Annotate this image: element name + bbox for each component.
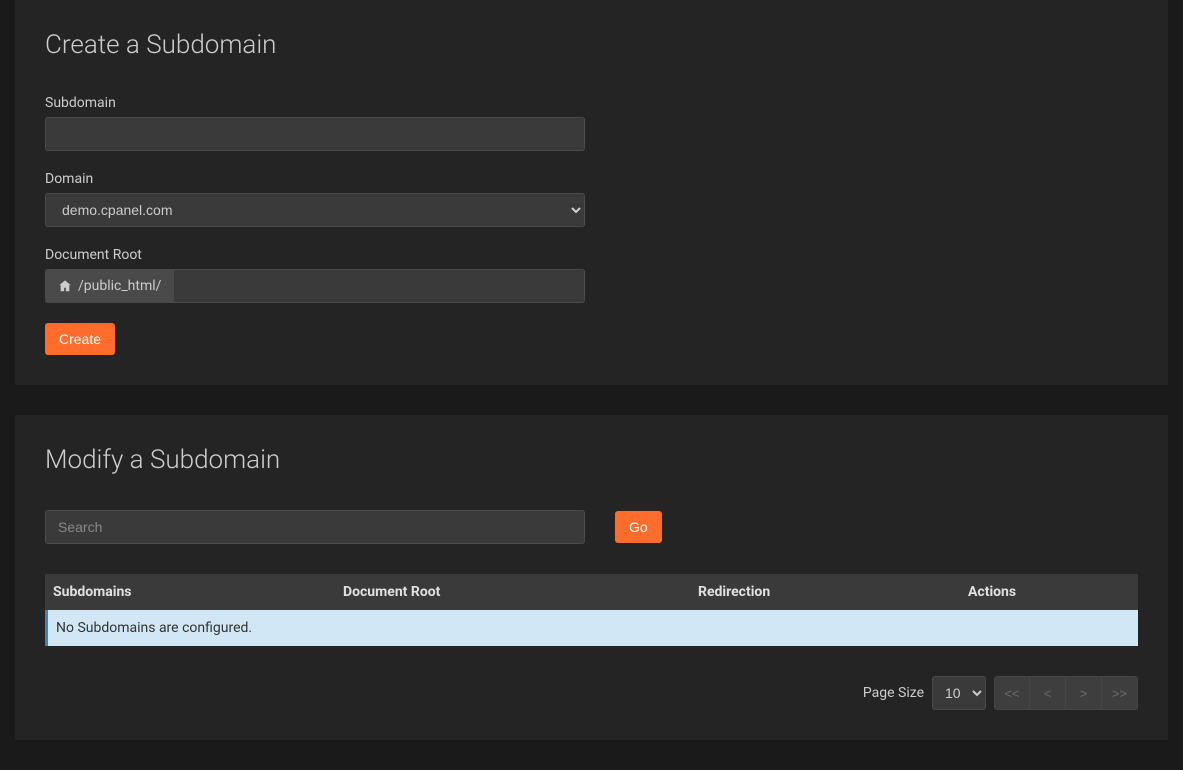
pagination-buttons: << < > >> (994, 676, 1138, 710)
modify-panel-title: Modify a Subdomain (45, 445, 1138, 475)
search-row: Go (45, 510, 1138, 544)
subdomain-form-group: Subdomain (45, 95, 1138, 151)
create-subdomain-panel: Create a Subdomain Subdomain Domain demo… (15, 0, 1168, 385)
create-button[interactable]: Create (45, 323, 115, 355)
empty-message: No Subdomains are configured. (45, 610, 1138, 646)
subdomain-table: Subdomains Document Root Redirection Act… (45, 574, 1138, 646)
column-actions: Actions (968, 584, 1130, 600)
page-prev-button[interactable]: < (1030, 676, 1066, 710)
docroot-prefix: /public_html/ (45, 269, 173, 303)
domain-form-group: Domain demo.cpanel.com (45, 171, 1138, 227)
search-input[interactable] (45, 510, 585, 544)
column-docroot: Document Root (343, 584, 698, 600)
docroot-input-group: /public_html/ (45, 269, 585, 303)
page-next-button[interactable]: > (1066, 676, 1102, 710)
subdomain-input[interactable] (45, 117, 585, 151)
home-icon (58, 279, 72, 293)
column-redirection: Redirection (698, 584, 968, 600)
page-last-button[interactable]: >> (1102, 676, 1138, 710)
pagination: Page Size 10 << < > >> (45, 676, 1138, 710)
page-size-label: Page Size (863, 685, 924, 701)
docroot-input[interactable] (173, 269, 585, 303)
table-header: Subdomains Document Root Redirection Act… (45, 574, 1138, 610)
docroot-form-group: Document Root /public_html/ (45, 247, 1138, 303)
modify-subdomain-panel: Modify a Subdomain Go Subdomains Documen… (15, 415, 1168, 740)
docroot-prefix-text: /public_html/ (78, 278, 161, 294)
column-subdomains: Subdomains (53, 584, 343, 600)
page-first-button[interactable]: << (994, 676, 1030, 710)
go-button[interactable]: Go (615, 511, 662, 543)
page-size-select[interactable]: 10 (932, 676, 986, 710)
domain-select[interactable]: demo.cpanel.com (45, 193, 585, 227)
domain-label: Domain (45, 171, 1138, 187)
subdomain-label: Subdomain (45, 95, 1138, 111)
create-panel-title: Create a Subdomain (45, 30, 1138, 60)
docroot-label: Document Root (45, 247, 1138, 263)
